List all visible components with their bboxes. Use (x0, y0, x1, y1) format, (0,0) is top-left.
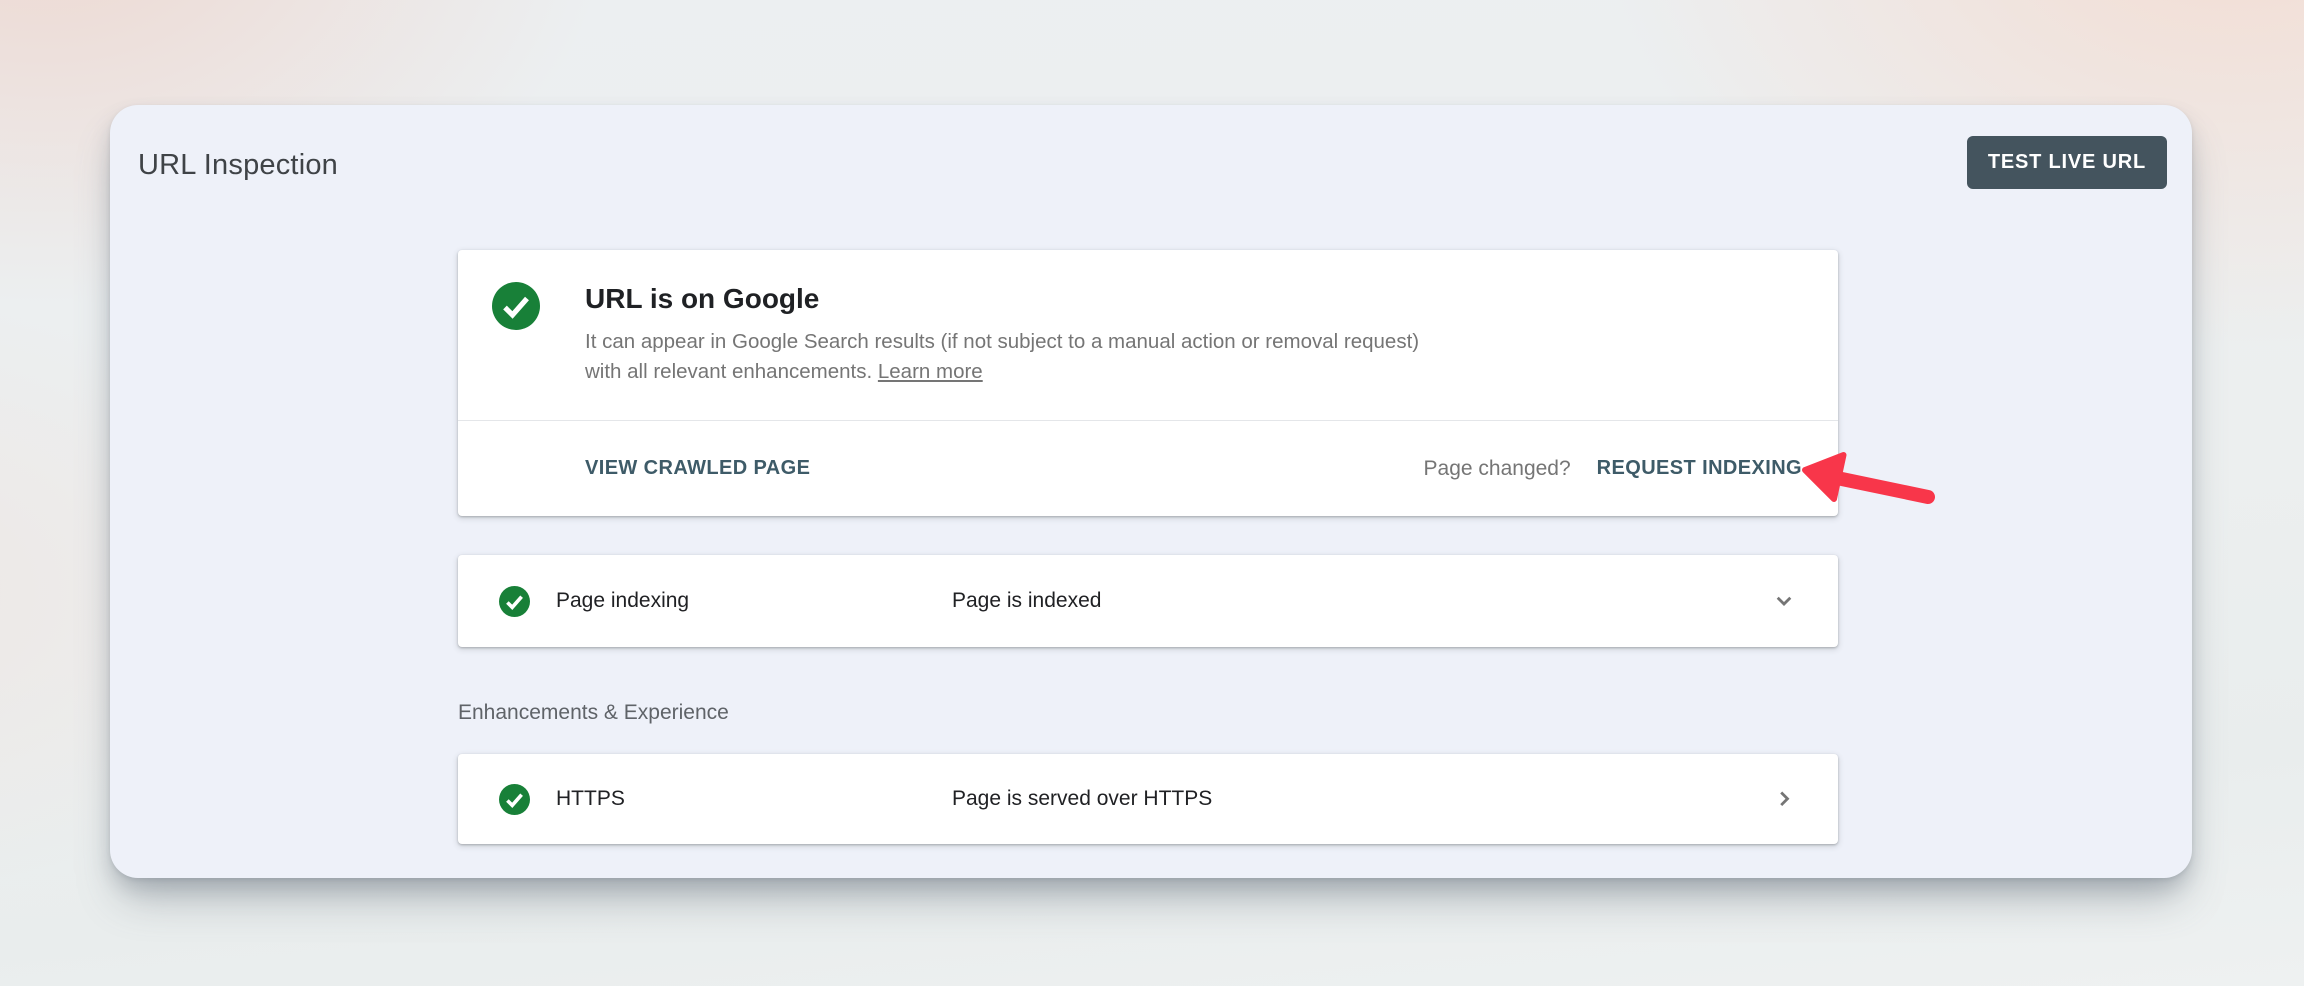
success-check-icon (492, 282, 540, 335)
learn-more-link[interactable]: Learn more (878, 360, 983, 383)
status-description: It can appear in Google Search results (… (585, 327, 1437, 387)
chevron-right-icon (1770, 785, 1798, 813)
success-check-icon (499, 586, 530, 617)
https-status: Page is served over HTTPS (952, 787, 1770, 811)
inspection-content: URL is on Google It can appear in Google… (458, 250, 1838, 844)
page-indexing-status: Page is indexed (952, 589, 1770, 613)
page-indexing-row[interactable]: Page indexing Page is indexed (458, 555, 1838, 647)
url-status-card: URL is on Google It can appear in Google… (458, 250, 1838, 516)
url-status-body: URL is on Google It can appear in Google… (458, 250, 1838, 420)
enhancements-heading: Enhancements & Experience (458, 701, 1838, 725)
https-label: HTTPS (556, 787, 952, 811)
status-action-bar: VIEW CRAWLED PAGE Page changed? REQUEST … (458, 420, 1838, 516)
https-row[interactable]: HTTPS Page is served over HTTPS (458, 754, 1838, 844)
page-title: URL Inspection (138, 149, 338, 182)
view-crawled-page-link[interactable]: VIEW CRAWLED PAGE (585, 457, 810, 480)
success-check-icon (499, 784, 530, 815)
request-indexing-link[interactable]: REQUEST INDEXING (1597, 457, 1802, 480)
page-changed-label: Page changed? (1424, 457, 1571, 481)
url-inspection-panel: URL Inspection TEST LIVE URL URL is on G… (110, 105, 2192, 878)
page-indexing-label: Page indexing (556, 589, 952, 613)
chevron-down-icon (1770, 587, 1798, 615)
url-status-text: URL is on Google It can appear in Google… (585, 282, 1437, 387)
request-indexing-group: Page changed? REQUEST INDEXING (1424, 457, 1802, 481)
page-background: URL Inspection TEST LIVE URL URL is on G… (0, 0, 2304, 986)
status-description-text: It can appear in Google Search results (… (585, 330, 1419, 383)
test-live-url-button[interactable]: TEST LIVE URL (1967, 136, 2167, 189)
status-title: URL is on Google (585, 283, 1437, 315)
